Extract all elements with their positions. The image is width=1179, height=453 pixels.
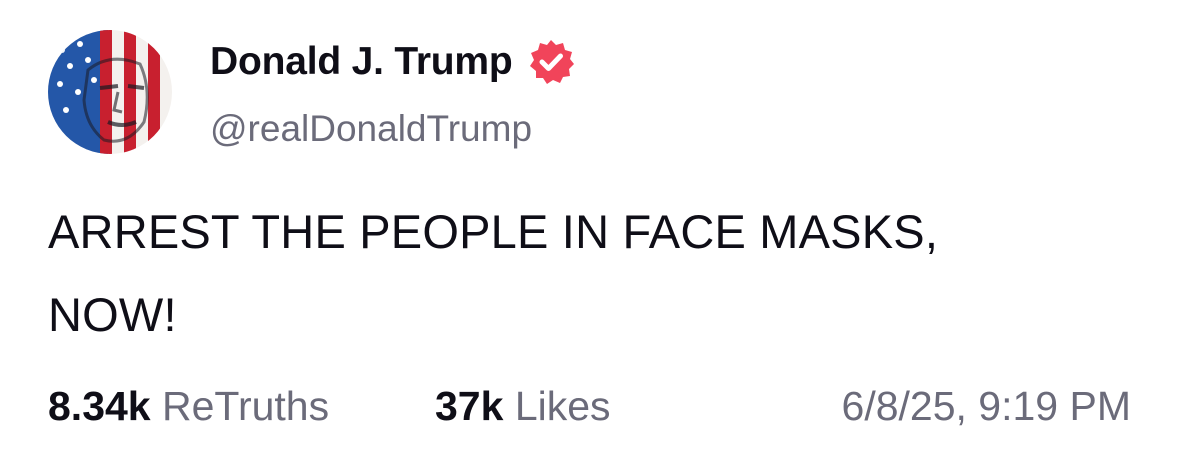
likes-stat[interactable]: 37k Likes [435, 383, 611, 430]
post-text: ARREST THE PEOPLE IN FACE MASKS, NOW! [48, 190, 1128, 356]
post-text-line: ARREST THE PEOPLE IN FACE MASKS, [48, 205, 939, 258]
avatar-image [48, 30, 172, 154]
likes-label: Likes [514, 383, 611, 429]
author-display-name[interactable]: Donald J. Trump [210, 40, 513, 84]
post-timestamp[interactable]: 6/8/25, 9:19 PM [842, 383, 1131, 430]
author-handle[interactable]: @realDonaldTrump [210, 108, 532, 150]
likes-count: 37k [435, 383, 504, 429]
author-name-row[interactable]: Donald J. Trump [210, 38, 575, 86]
post-text-line: NOW! [48, 288, 177, 341]
retruths-label: ReTruths [162, 383, 330, 429]
verified-badge-icon [527, 38, 575, 86]
retruths-count: 8.34k [48, 383, 151, 429]
avatar[interactable] [48, 30, 172, 154]
truth-post: Donald J. Trump @realDonaldTrump ARREST … [0, 0, 1179, 453]
retruths-stat[interactable]: 8.34k ReTruths [48, 383, 329, 430]
